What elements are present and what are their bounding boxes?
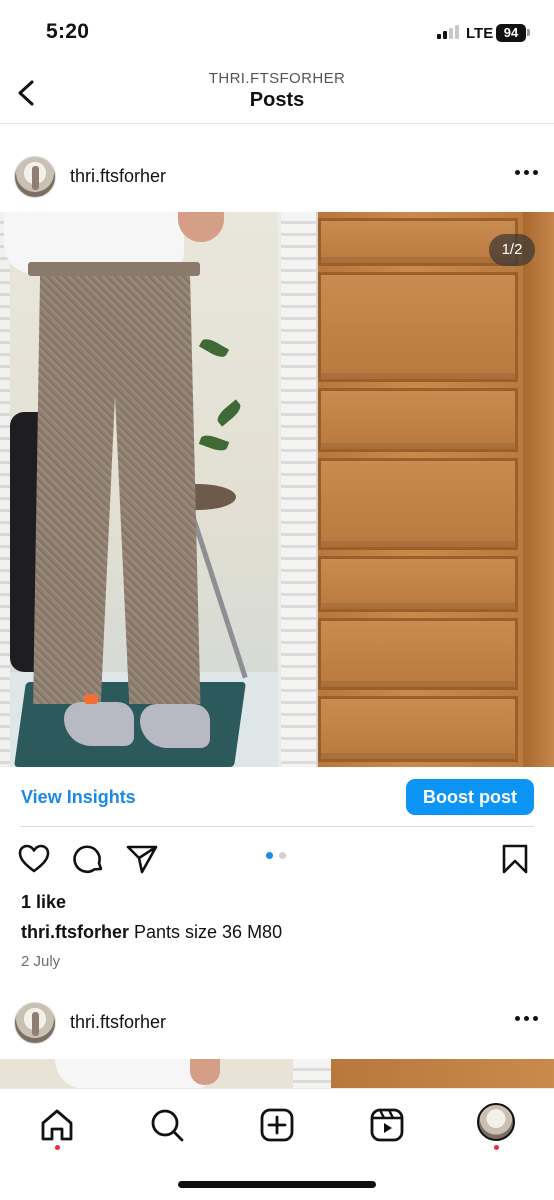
home-icon[interactable]: [37, 1105, 77, 1145]
plus-square-icon[interactable]: [257, 1105, 297, 1145]
caption-username[interactable]: thri.ftsforher: [21, 922, 129, 942]
avatar[interactable]: [14, 1002, 56, 1044]
post-date: 2 July: [21, 953, 61, 970]
divider: [20, 826, 534, 827]
post-header: thri.ftsforher: [0, 150, 554, 210]
send-icon[interactable]: [125, 842, 159, 876]
insights-bar: View Insights Boost post: [0, 767, 554, 827]
post-actions: [0, 838, 554, 882]
status-time: 5:20: [46, 20, 90, 43]
notification-dot: [55, 1145, 60, 1150]
profile-avatar-tab[interactable]: [477, 1103, 515, 1141]
more-horizontal-icon[interactable]: [515, 1016, 538, 1021]
reels-icon[interactable]: [367, 1105, 407, 1145]
avatar[interactable]: [14, 156, 56, 198]
post-username[interactable]: thri.ftsforher: [70, 1012, 166, 1033]
comment-icon[interactable]: [72, 842, 106, 876]
profile-handle: THRI.FTSFORHER: [208, 70, 346, 87]
page-header: THRI.FTSFORHER Posts: [0, 62, 554, 124]
battery-icon: 94: [496, 24, 526, 42]
post-image[interactable]: 1/2: [0, 212, 554, 767]
home-indicator[interactable]: [178, 1181, 376, 1188]
carousel-dot-active: [266, 852, 273, 859]
heart-icon[interactable]: [17, 842, 51, 876]
view-insights-link[interactable]: View Insights: [21, 787, 136, 808]
next-post-header: thri.ftsforher: [0, 996, 554, 1056]
post-username[interactable]: thri.ftsforher: [70, 166, 166, 187]
bookmark-icon[interactable]: [498, 842, 532, 876]
signal-icon: [437, 25, 459, 39]
caption-text: Pants size 36 M80: [129, 922, 283, 942]
network-type: LTE: [466, 25, 494, 42]
notification-dot: [494, 1145, 499, 1150]
status-bar: 5:20 LTE 94: [0, 0, 554, 62]
post-caption: thri.ftsforher Pants size 36 M80: [21, 922, 282, 943]
search-icon[interactable]: [147, 1105, 187, 1145]
carousel-dot: [279, 852, 286, 859]
page-title: Posts: [249, 89, 305, 111]
carousel-indicator: [266, 852, 286, 859]
image-counter: 1/2: [489, 234, 535, 266]
more-horizontal-icon[interactable]: [515, 170, 538, 175]
boost-post-button[interactable]: Boost post: [406, 779, 534, 815]
battery-tip: [527, 29, 530, 36]
next-post-image[interactable]: [0, 1059, 554, 1089]
like-count[interactable]: 1 like: [21, 892, 66, 913]
